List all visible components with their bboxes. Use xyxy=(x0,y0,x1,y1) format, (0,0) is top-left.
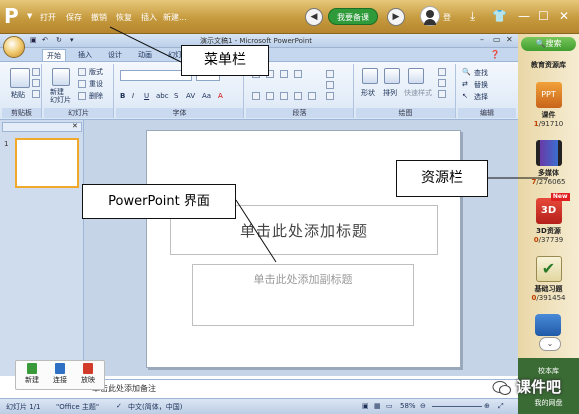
callout-ppt-interface: PowerPoint 界面 xyxy=(82,184,236,219)
callout-resource-bar: 资源栏 xyxy=(396,160,488,197)
watermark-wechat-icon xyxy=(492,381,511,395)
watermark-text: 课件吧 xyxy=(516,378,562,396)
callout-menubar: 菜单栏 xyxy=(181,45,269,76)
screenshot-root: P ▼ 打开 保存 撤销 恢复 插入 新建... ◀ 我要备课 ▶ 登 ⤓ 👕 … xyxy=(0,0,579,414)
